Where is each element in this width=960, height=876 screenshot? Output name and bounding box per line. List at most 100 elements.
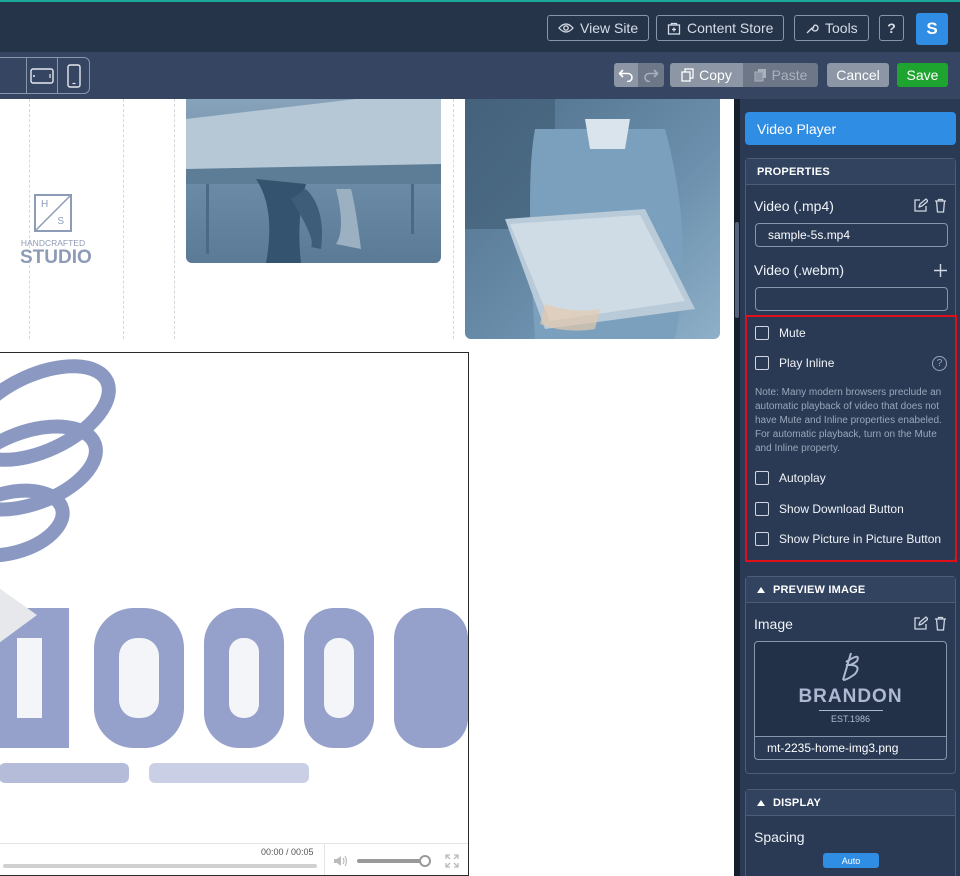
copy-label: Copy <box>699 67 732 83</box>
paste-button[interactable]: Paste <box>743 63 818 87</box>
webm-input[interactable] <box>755 287 948 311</box>
eye-icon <box>558 23 574 33</box>
checkbox-box[interactable] <box>755 326 769 340</box>
content-store-button[interactable]: Content Store <box>656 15 785 41</box>
play-inline-help-icon[interactable]: ? <box>932 356 947 371</box>
trash-icon <box>934 616 946 631</box>
avatar[interactable]: S <box>916 13 948 45</box>
video-controls: 00:00 / 00:05 <box>0 843 468 875</box>
save-label: Save <box>906 67 939 83</box>
autoplay-note: Note: Many modern browsers preclude an a… <box>755 387 942 454</box>
video-progress-bar[interactable] <box>3 864 317 868</box>
plus-icon <box>933 263 947 277</box>
show-download-checkbox[interactable]: Show Download Button <box>755 502 904 516</box>
caret-up-icon <box>757 586 765 593</box>
undo-icon <box>618 69 633 82</box>
trash-icon <box>934 198 946 213</box>
edit-icon <box>913 197 928 212</box>
mobile-icon <box>66 63 81 88</box>
caret-up-icon <box>757 799 765 806</box>
cancel-button[interactable]: Cancel <box>827 63 889 87</box>
tools-label: Tools <box>825 20 858 36</box>
mp4-input[interactable]: sample-5s.mp4 <box>755 223 948 247</box>
volume-slider[interactable] <box>357 855 432 867</box>
mp4-value: sample-5s.mp4 <box>768 228 851 242</box>
edit-icon <box>913 615 928 630</box>
store-icon <box>667 22 681 35</box>
view-site-button[interactable]: View Site <box>547 15 650 41</box>
content-store-label: Content Store <box>687 20 774 36</box>
properties-section: PROPERTIES Video (.mp4) sample-5s.mp4 Vi… <box>745 158 957 562</box>
webm-label: Video (.webm) <box>754 262 845 278</box>
play-inline-label: Play Inline <box>779 356 835 370</box>
checkbox-box[interactable] <box>755 471 769 485</box>
image-label: Image <box>754 616 793 632</box>
video-player[interactable]: 00:00 / 00:05 <box>0 352 469 876</box>
logo-letter-h: H <box>41 199 49 210</box>
copy-icon <box>681 68 694 82</box>
properties-header[interactable]: PROPERTIES <box>746 159 955 185</box>
panel-resize-handle[interactable] <box>735 222 739 318</box>
laptop-person-image <box>465 99 720 339</box>
save-button[interactable]: Save <box>897 63 948 87</box>
autoplay-label: Autoplay <box>779 471 826 485</box>
element-title-text: Video Player <box>757 120 837 137</box>
help-icon: ? <box>887 20 896 36</box>
brand-est: EST.1986 <box>818 710 883 724</box>
undo-button[interactable] <box>614 63 638 87</box>
view-site-label: View Site <box>580 20 639 36</box>
brandon-b-icon <box>841 652 859 681</box>
properties-header-label: PROPERTIES <box>757 165 830 178</box>
edit-image-button[interactable] <box>912 615 928 631</box>
preview-image-header-label: PREVIEW IMAGE <box>773 583 866 596</box>
redo-icon <box>644 69 659 82</box>
page-canvas: H S HANDCRAFTED STUDIO 00:00 / 00:05 <box>0 99 734 876</box>
paste-icon <box>754 69 766 82</box>
checkbox-box[interactable] <box>755 356 769 370</box>
device-mobile-button[interactable] <box>57 58 89 93</box>
volume-icon[interactable] <box>333 854 349 868</box>
spacing-auto-button[interactable]: Auto <box>823 853 879 868</box>
display-section: DISPLAY Spacing Auto <box>745 789 956 876</box>
checkbox-box[interactable] <box>755 532 769 546</box>
logo-letter-s: S <box>57 216 64 227</box>
column-guide <box>174 99 175 339</box>
delete-image-button[interactable] <box>932 615 948 631</box>
paste-label: Paste <box>771 67 808 83</box>
display-header[interactable]: DISPLAY <box>746 790 955 816</box>
image-filename: mt-2235-home-img3.png <box>754 737 947 760</box>
properties-panel: Video Player PROPERTIES Video (.mp4) sam… <box>740 99 960 876</box>
redo-button[interactable] <box>638 63 664 87</box>
help-button[interactable]: ? <box>879 15 904 41</box>
mp4-label: Video (.mp4) <box>754 198 834 214</box>
avatar-initial: S <box>926 19 938 38</box>
show-pip-checkbox[interactable]: Show Picture in Picture Button <box>755 532 941 546</box>
device-tablet-button[interactable] <box>25 58 58 93</box>
device-switcher <box>0 57 90 94</box>
add-webm-button[interactable] <box>932 262 948 278</box>
mute-label: Mute <box>779 326 806 340</box>
autoplay-checkbox[interactable]: Autoplay <box>755 471 826 485</box>
video-time: 00:00 / 00:05 <box>261 847 314 857</box>
mute-checkbox[interactable]: Mute <box>755 326 806 340</box>
cancel-label: Cancel <box>836 67 880 83</box>
element-title: Video Player <box>745 112 956 145</box>
preview-image-section: PREVIEW IMAGE Image BRANDON EST.1986 mt-… <box>745 576 956 774</box>
tablet-landscape-icon <box>30 67 54 84</box>
image-filename-text: mt-2235-home-img3.png <box>767 741 899 755</box>
copy-button[interactable]: Copy <box>670 63 743 87</box>
top-bar: View Site Content Store Tools ? S <box>0 0 960 52</box>
show-pip-label: Show Picture in Picture Button <box>779 532 942 546</box>
logo-line2: STUDIO <box>20 247 92 268</box>
edit-mp4-button[interactable] <box>912 197 928 213</box>
preview-thumbnail[interactable]: BRANDON EST.1986 <box>754 641 947 737</box>
preview-image-header[interactable]: PREVIEW IMAGE <box>746 577 955 603</box>
device-desktop-button[interactable] <box>0 58 26 93</box>
video-preview-image <box>0 359 468 783</box>
tools-button[interactable]: Tools <box>794 15 869 41</box>
delete-mp4-button[interactable] <box>932 197 948 213</box>
play-inline-checkbox[interactable]: Play Inline <box>755 356 834 370</box>
brand-name: BRANDON <box>798 686 903 707</box>
fullscreen-icon[interactable] <box>445 854 459 868</box>
checkbox-box[interactable] <box>755 502 769 516</box>
